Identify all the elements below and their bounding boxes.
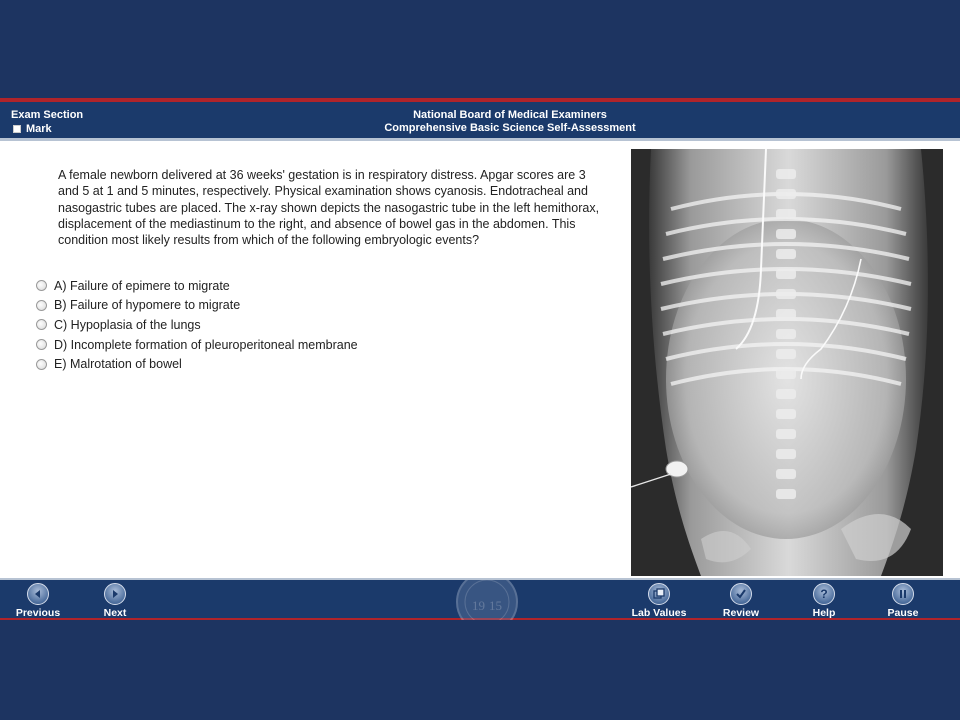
pause-icon [892, 583, 914, 605]
org-name: National Board of Medical Examiners [413, 109, 607, 121]
lab-values-label: Lab Values [631, 607, 687, 619]
question-mark-icon: ? [813, 583, 835, 605]
question-panel: A female newborn delivered at 36 weeks' … [0, 141, 960, 578]
review-button[interactable]: Review [706, 583, 776, 619]
answer-option-label: B) Failure of hypomere to migrate [54, 298, 241, 313]
answer-option-label: A) Failure of epimere to migrate [54, 278, 230, 293]
checkmark-icon [730, 583, 752, 605]
radio-button[interactable] [36, 339, 47, 351]
radio-button[interactable] [36, 299, 47, 311]
bottom-backdrop [0, 620, 960, 720]
answer-option-b[interactable]: B) Failure of hypomere to migrate [36, 296, 358, 316]
xray-image[interactable] [631, 149, 943, 576]
radio-button[interactable] [36, 358, 47, 370]
answer-option-e[interactable]: E) Malrotation of bowel [36, 354, 358, 374]
arrow-right-icon [104, 583, 126, 605]
question-stem: A female newborn delivered at 36 weeks' … [58, 168, 600, 248]
answer-option-c[interactable]: C) Hypoplasia of the lungs [36, 315, 358, 335]
pause-button[interactable]: Pause [868, 583, 938, 619]
pause-label: Pause [887, 607, 919, 619]
next-label: Next [103, 607, 127, 619]
review-label: Review [722, 607, 760, 619]
answer-options: A) Failure of epimere to migrate B) Fail… [36, 276, 358, 374]
top-backdrop [0, 0, 960, 98]
navigation-bar: 19 15 Previous Next Lab Values Review ? … [0, 578, 960, 620]
seal-year-right: 15 [489, 598, 502, 613]
lab-values-icon [648, 583, 670, 605]
previous-label: Previous [15, 607, 61, 619]
answer-option-label: C) Hypoplasia of the lungs [54, 317, 201, 332]
exam-header: Exam Section Mark National Board of Medi… [0, 98, 960, 141]
xray-illustration [631, 149, 943, 576]
seal-logo: 19 15 [448, 580, 526, 620]
seal-icon: 19 15 [456, 580, 518, 620]
answer-option-label: E) Malrotation of bowel [54, 357, 182, 372]
header-titles: National Board of Medical Examiners Comp… [0, 109, 960, 135]
answer-option-label: D) Incomplete formation of pleuroperiton… [54, 337, 358, 352]
lab-values-button[interactable]: Lab Values [624, 583, 694, 619]
radio-button[interactable] [36, 280, 47, 292]
help-button[interactable]: ? Help [789, 583, 859, 619]
previous-button[interactable]: Previous [3, 583, 73, 619]
seal-year-left: 19 [472, 598, 485, 613]
help-label: Help [812, 607, 836, 619]
arrow-left-icon [27, 583, 49, 605]
exam-name: Comprehensive Basic Science Self-Assessm… [384, 122, 636, 134]
radio-button[interactable] [36, 319, 47, 331]
next-button[interactable]: Next [80, 583, 150, 619]
answer-option-d[interactable]: D) Incomplete formation of pleuroperiton… [36, 335, 358, 355]
answer-option-a[interactable]: A) Failure of epimere to migrate [36, 276, 358, 296]
